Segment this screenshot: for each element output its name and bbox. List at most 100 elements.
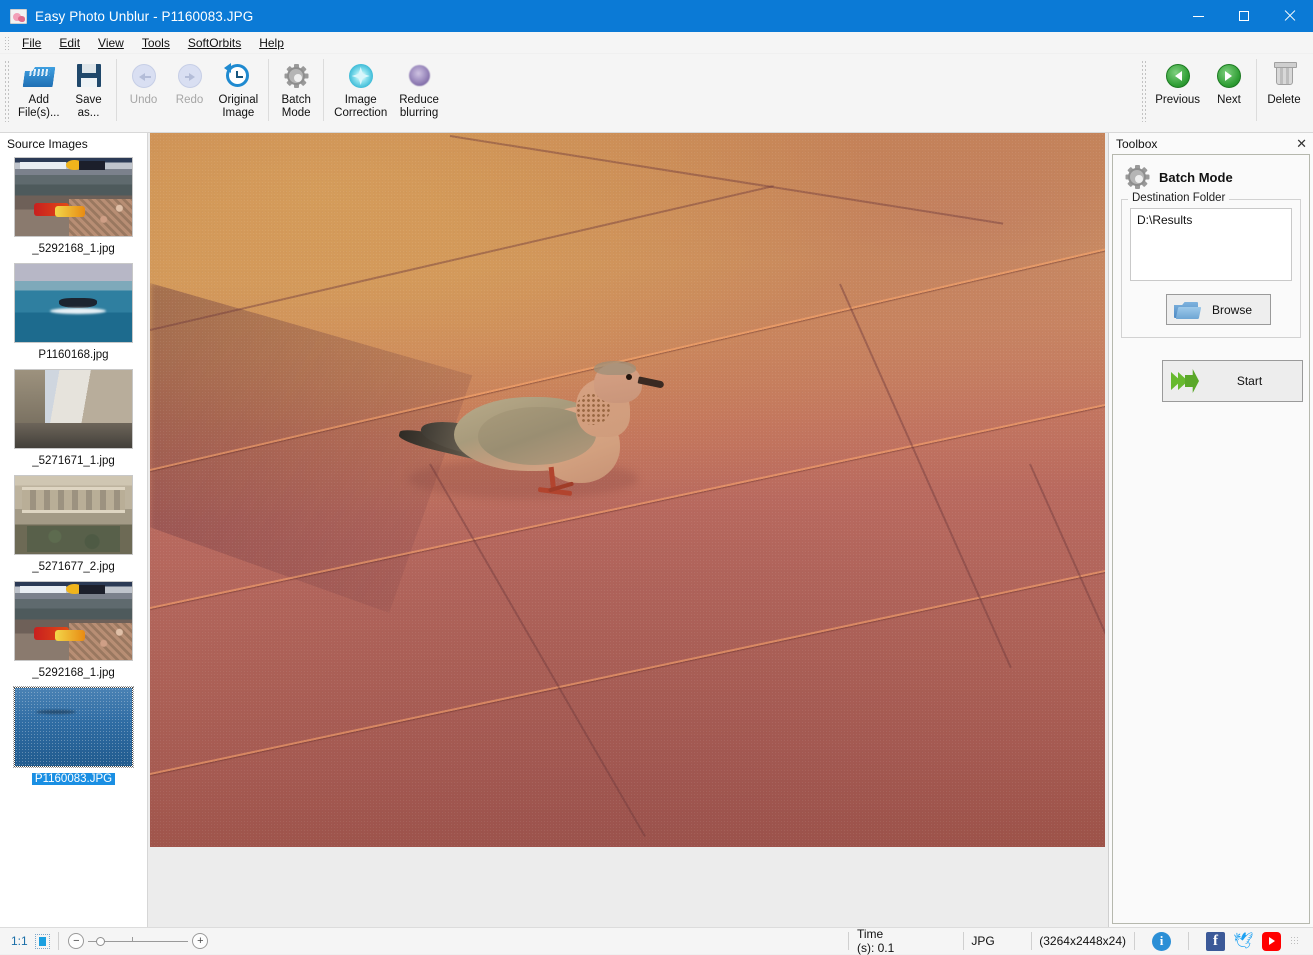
save-as-button[interactable]: Save as...	[66, 54, 112, 126]
list-item[interactable]: _5271677_2.jpg	[0, 473, 147, 579]
undo-button[interactable]: Undo	[121, 54, 167, 126]
thumbnail-image[interactable]	[14, 157, 133, 237]
redo-label: Redo	[175, 94, 204, 106]
status-time: Time (s): 0.1	[856, 927, 895, 955]
thumbnail-image[interactable]	[14, 263, 133, 343]
thumbnail-image[interactable]	[14, 369, 133, 449]
info-icon[interactable]: i	[1152, 931, 1171, 951]
list-item[interactable]: _5292168_1.jpg	[0, 155, 147, 261]
status-separator	[962, 932, 964, 950]
minimize-button[interactable]	[1175, 0, 1221, 32]
menu-edit-label: Edit	[59, 35, 81, 50]
fit-to-screen-icon[interactable]	[34, 933, 50, 949]
thumbnail-image[interactable]	[14, 581, 133, 661]
menu-item-file[interactable]: File	[13, 34, 50, 52]
source-images-panel: Source Images _5292168_1.jpg P1160168.jp…	[0, 133, 148, 927]
status-format: JPG	[971, 934, 995, 948]
gear-icon	[1125, 165, 1149, 189]
status-separator	[1030, 932, 1032, 950]
trash-icon	[1268, 59, 1300, 91]
green-left-arrow-icon	[1162, 59, 1194, 91]
zoom-ratio-label: 1:1	[11, 934, 28, 948]
thumbnail-list[interactable]: _5292168_1.jpg P1160168.jpg _5271671_1.j…	[0, 155, 147, 927]
batch-mode-header: Batch Mode	[1113, 155, 1309, 197]
batch-mode-label-1: Batch	[281, 94, 311, 106]
close-button[interactable]	[1267, 0, 1313, 32]
main-area: Source Images _5292168_1.jpg P1160168.jp…	[0, 133, 1313, 927]
list-item-selected[interactable]: P1160083.JPG	[0, 685, 147, 791]
menu-softorbits-label: SoftOrbits	[187, 35, 242, 50]
toolbar-mode-group: Batch Mode	[273, 54, 319, 128]
add-files-button[interactable]: Add File(s)...	[12, 54, 66, 126]
browse-button-label: Browse	[1211, 302, 1252, 317]
zoom-out-button[interactable]: −	[68, 933, 85, 949]
list-item[interactable]: P1160168.jpg	[0, 261, 147, 367]
status-separator	[57, 932, 59, 950]
toolbar-separator-1	[115, 59, 117, 121]
list-item[interactable]: _5271671_1.jpg	[0, 367, 147, 473]
menu-item-tools[interactable]: Tools	[133, 34, 179, 52]
zoom-slider-handle[interactable]	[96, 936, 106, 946]
next-button[interactable]: Next	[1206, 54, 1252, 126]
toolbox-title-bar: Toolbox ✕	[1109, 133, 1313, 154]
destination-folder-input[interactable]: D:\Results	[1130, 208, 1292, 281]
menu-item-help[interactable]: Help	[250, 34, 293, 52]
toolbar: Add File(s)... Save as... Undo Redo Origin…	[0, 54, 1313, 181]
toolbar-effects-group: Image Correction Reduce blurring	[328, 54, 445, 128]
maximize-button[interactable]	[1221, 0, 1267, 32]
thumbnail-image[interactable]	[13, 686, 134, 768]
menu-item-view[interactable]: View	[89, 34, 133, 52]
toolbar-grip-handle[interactable]	[4, 60, 9, 122]
reduce-blurring-label-2: blurring	[399, 106, 439, 119]
menu-item-softorbits[interactable]: SoftOrbits	[179, 34, 250, 52]
status-bar: 1:1 − + Time (s): 0.1 JPG (3264x2448x24)…	[0, 927, 1313, 955]
source-images-header: Source Images	[0, 133, 147, 155]
zoom-slider[interactable]: − +	[68, 933, 209, 949]
gear-icon	[280, 59, 312, 91]
reduce-blurring-button[interactable]: Reduce blurring	[393, 54, 445, 126]
destination-folder-legend: Destination Folder	[1128, 192, 1230, 204]
zoom-slider-track[interactable]	[88, 936, 189, 946]
thumbnail-label: P1160083.JPG	[31, 773, 116, 785]
image-correction-label-2: Correction	[334, 106, 388, 119]
start-button[interactable]: Start	[1162, 360, 1303, 402]
clock-revert-icon	[222, 59, 254, 91]
starburst-icon	[345, 59, 377, 91]
add-files-label-2: File(s)...	[18, 106, 60, 119]
list-item[interactable]: _5292168_1.jpg	[0, 579, 147, 685]
original-image-button[interactable]: Original Image	[213, 54, 265, 126]
preview-photo[interactable]	[150, 133, 1105, 847]
window-title: Easy Photo Unblur - P1160083.JPG	[35, 8, 254, 24]
image-correction-button[interactable]: Image Correction	[328, 54, 393, 126]
facebook-icon[interactable]: f	[1206, 931, 1225, 951]
image-canvas[interactable]	[148, 133, 1108, 927]
save-as-label-1: Save	[75, 94, 102, 106]
thumbnail-label: _5292168_1.jpg	[32, 243, 115, 255]
undo-label: Undo	[129, 94, 158, 106]
green-arrow-icon	[1171, 368, 1211, 394]
toolbar-right-grip-handle[interactable]	[1141, 60, 1147, 122]
image-correction-label-1: Image	[344, 94, 377, 106]
delete-button[interactable]: Delete	[1261, 54, 1307, 126]
menu-bar: File Edit View Tools SoftOrbits Help	[0, 32, 1313, 54]
close-icon[interactable]: ✕	[1296, 137, 1307, 150]
social-links: i f 🕊	[1126, 931, 1303, 951]
thumbnail-image[interactable]	[14, 475, 133, 555]
toolbox-title-label: Toolbox	[1116, 136, 1158, 151]
toolbox-panel: Toolbox ✕ Batch Mode Destination Folder …	[1108, 133, 1313, 927]
menu-item-edit[interactable]: Edit	[50, 34, 89, 52]
menu-grip-handle[interactable]	[4, 35, 9, 50]
undo-arrow-icon	[128, 59, 160, 91]
window-controls	[1175, 0, 1313, 32]
floppy-disk-icon	[73, 59, 105, 91]
youtube-icon[interactable]	[1262, 931, 1281, 951]
previous-button[interactable]: Previous	[1149, 54, 1206, 126]
twitter-icon[interactable]: 🕊	[1233, 932, 1253, 951]
next-label: Next	[1217, 94, 1241, 106]
resize-grip[interactable]	[1290, 936, 1300, 946]
zoom-in-button[interactable]: +	[192, 933, 209, 949]
menu-view-label: View	[98, 35, 124, 50]
redo-button[interactable]: Redo	[167, 54, 213, 126]
batch-mode-button[interactable]: Batch Mode	[273, 54, 319, 126]
browse-button[interactable]: Browse	[1166, 294, 1271, 325]
